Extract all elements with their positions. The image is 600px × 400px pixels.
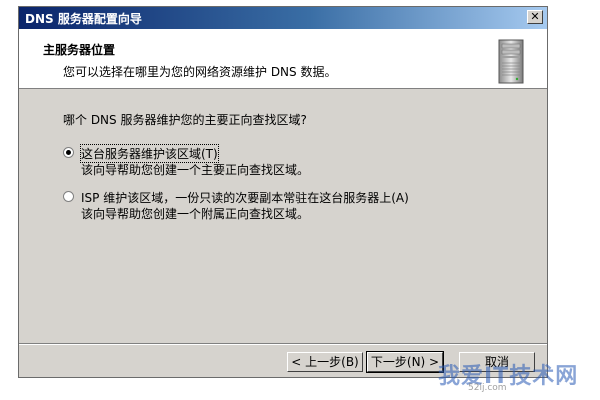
- title-bar[interactable]: DNS 服务器配置向导 ✕: [19, 7, 547, 29]
- option-isp-label[interactable]: ISP 维护该区域，一份只读的次要副本常驻在这台服务器上(A): [81, 189, 409, 206]
- question-text: 哪个 DNS 服务器维护您的主要正向查找区域?: [63, 113, 307, 127]
- close-icon: ✕: [530, 10, 540, 23]
- back-button[interactable]: < 上一步(B): [287, 352, 363, 372]
- watermark-url: 52ij.com: [468, 383, 507, 393]
- footer-divider: [19, 343, 547, 345]
- next-button[interactable]: 下一步(N) >: [366, 351, 444, 373]
- close-button[interactable]: ✕: [527, 10, 543, 24]
- option-this-server-description: 该向导帮助您创建一个主要正向查找区域。: [81, 163, 310, 177]
- option-this-server-label[interactable]: 这台服务器维护该区域(T): [80, 144, 219, 163]
- server-tower-icon: [498, 39, 524, 84]
- wizard-header: 主服务器位置 您可以选择在哪里为您的网络资源维护 DNS 数据。: [19, 29, 547, 89]
- page-subtitle: 您可以选择在哪里为您的网络资源维护 DNS 数据。: [63, 65, 337, 79]
- option-isp-description: 该向导帮助您创建一个附属正向查找区域。: [81, 207, 310, 221]
- watermark-brand: 我爱IT技术网: [438, 364, 579, 389]
- radio-this-server[interactable]: [63, 147, 74, 158]
- dns-wizard-dialog: DNS 服务器配置向导 ✕ 主服务器位置 您可以选择在哪里为您的网络资源维护 D…: [18, 6, 548, 378]
- wizard-body: 哪个 DNS 服务器维护您的主要正向查找区域? 这台服务器维护该区域(T) 该向…: [19, 89, 547, 349]
- radio-isp[interactable]: [63, 191, 74, 202]
- window-title: DNS 服务器配置向导: [25, 12, 142, 26]
- page-title: 主服务器位置: [43, 43, 116, 57]
